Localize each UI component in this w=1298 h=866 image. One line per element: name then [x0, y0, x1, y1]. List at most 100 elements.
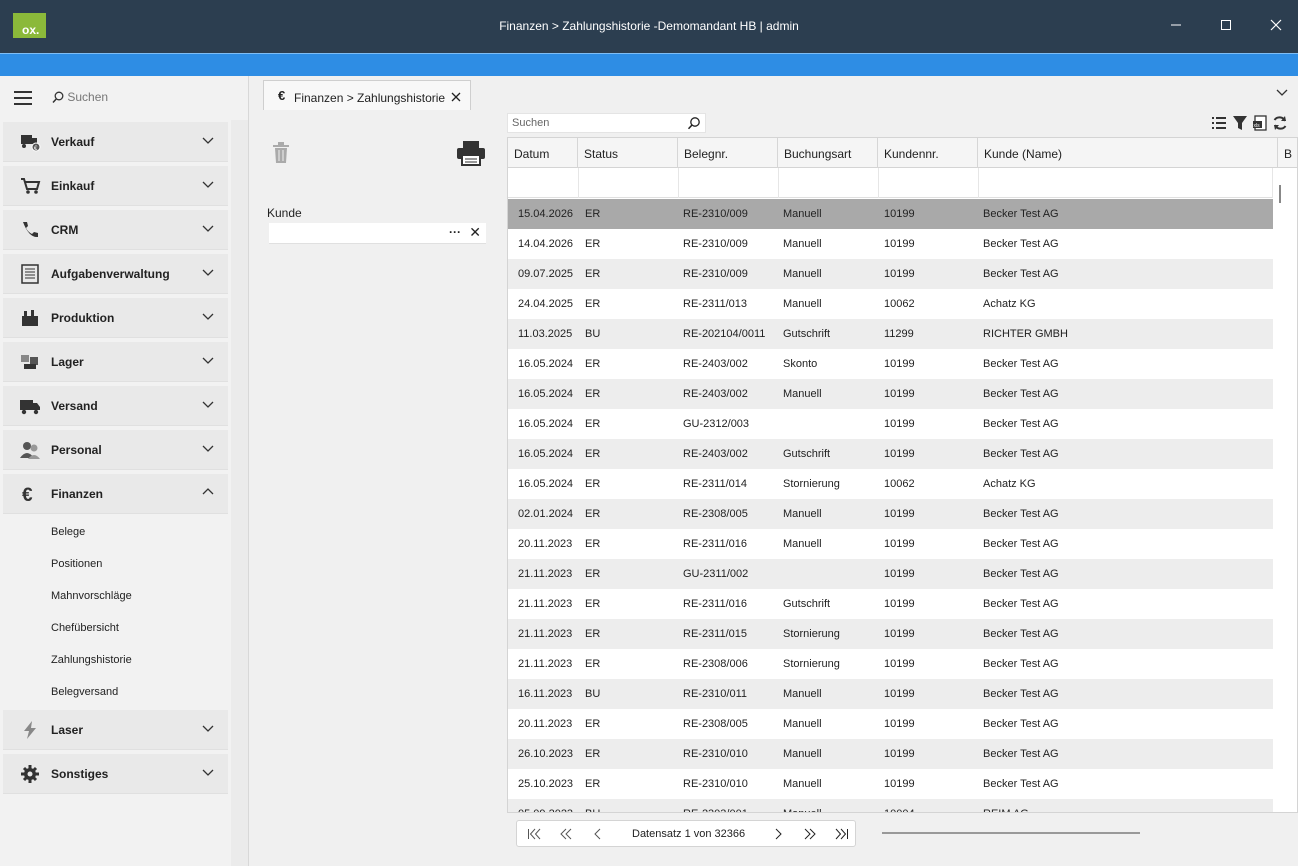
vertical-scrollbar[interactable]	[1273, 169, 1297, 812]
table-row[interactable]: 02.01.2024 ER RE-2308/005 Manuell 10199 Becke…	[508, 499, 1273, 529]
tab-zahlungshistorie[interactable]: € Finanzen > Zahlungshistorie	[263, 80, 471, 110]
column-header-belegnr[interactable]: Belegnr.	[678, 138, 778, 168]
filter-cell-status[interactable]	[579, 168, 679, 198]
close-window-button[interactable]	[1266, 14, 1286, 36]
table-row[interactable]: 14.04.2026 ER RE-2310/009 Manuell 10199 Becke…	[508, 229, 1273, 259]
table-row[interactable]: 16.05.2024 ER RE-2403/002 Manuell 10199 Becke…	[508, 379, 1273, 409]
table-row[interactable]: 05.09.2023 BU RE-2303/001 Manuell 10004 REIM …	[508, 799, 1273, 812]
cell-kundennr: 10199	[884, 688, 915, 700]
column-header-status[interactable]: Status	[578, 138, 678, 168]
cell-buchungsart: Manuell	[783, 268, 822, 280]
sidebar-scrollbar[interactable]	[231, 120, 248, 866]
cell-belegnr: RE-2308/005	[683, 718, 748, 730]
sidebar-subitem-mahnvorschlaege[interactable]: Mahnvorschläge	[51, 590, 132, 602]
sidebar-item-verkauf[interactable]: € Verkauf	[3, 122, 228, 162]
refresh-icon[interactable]	[1272, 115, 1288, 131]
filter-cell-buchungsart[interactable]	[779, 168, 879, 198]
table-row[interactable]: 26.10.2023 ER RE-2310/010 Manuell 10199 Becke…	[508, 739, 1273, 769]
minimize-button[interactable]	[1166, 14, 1186, 36]
next-page-button[interactable]	[803, 826, 817, 843]
column-chooser-icon[interactable]	[1211, 115, 1227, 131]
last-record-button[interactable]	[835, 826, 849, 843]
sidebar-item-produktion[interactable]: Produktion	[3, 298, 228, 338]
chevron-down-icon	[202, 225, 214, 232]
sidebar-item-label: Versand	[51, 399, 98, 413]
cell-buchungsart: Gutschrift	[783, 448, 831, 460]
cell-buchungsart: Manuell	[783, 808, 822, 812]
cell-belegnr: RE-2310/011	[683, 688, 748, 700]
table-row[interactable]: 21.11.2023 ER GU-2311/002 10199 Becker Test …	[508, 559, 1273, 589]
table-row[interactable]: 24.04.2025 ER RE-2311/013 Manuell 10062 Achat…	[508, 289, 1273, 319]
sidebar-item-aufgabenverwaltung[interactable]: Aufgabenverwaltung	[3, 254, 228, 294]
sidebar-item-personal[interactable]: Personal	[3, 430, 228, 470]
sidebar-item-label: Sonstiges	[51, 767, 109, 781]
cell-status: ER	[585, 778, 601, 790]
table-row[interactable]: 16.05.2024 ER RE-2311/014 Stornierung 10062 A…	[508, 469, 1273, 499]
sidebar-item-crm[interactable]: CRM	[3, 210, 228, 250]
hamburger-menu-icon[interactable]	[14, 91, 32, 105]
next-record-button[interactable]	[773, 826, 783, 843]
table-row[interactable]: 15.04.2026 ER RE-2310/009 Manuell 10199 Becke…	[508, 199, 1273, 229]
table-row[interactable]: 16.05.2024 ER RE-2403/002 Gutschrift 10199 Be…	[508, 439, 1273, 469]
filter-cell-kundennr[interactable]	[879, 168, 979, 198]
chevron-down-icon[interactable]	[1276, 86, 1288, 98]
cell-belegnr: RE-2310/009	[683, 208, 748, 220]
table-row[interactable]: 16.11.2023 BU RE-2310/011 Manuell 10199 Becke…	[508, 679, 1273, 709]
column-header-datum[interactable]: Datum	[508, 138, 578, 168]
kunde-field[interactable]: ··· ✕	[269, 223, 486, 244]
column-header-more[interactable]: B	[1278, 138, 1297, 168]
sidebar-subitem-belege[interactable]: Belege	[51, 526, 85, 538]
cell-kundennr: 10199	[884, 268, 915, 280]
horizontal-scrollbar[interactable]	[866, 824, 1298, 842]
filter-cell-datum[interactable]	[508, 168, 579, 198]
sidebar-search[interactable]: Suchen	[52, 90, 108, 104]
sidebar-item-finanzen[interactable]: € Finanzen	[3, 474, 228, 514]
printer-icon[interactable]	[456, 140, 486, 166]
maximize-button[interactable]	[1216, 14, 1236, 36]
sidebar-subitem-chefuebersicht[interactable]: Chefübersicht	[51, 622, 119, 634]
search-icon[interactable]	[687, 116, 701, 130]
sidebar-item-sonstiges[interactable]: Sonstiges	[3, 754, 228, 794]
cell-datum: 16.05.2024	[518, 358, 574, 370]
table-row[interactable]: 16.05.2024 ER GU-2312/003 10199 Becker Test …	[508, 409, 1273, 439]
scrollbar-thumb[interactable]	[1279, 185, 1281, 203]
sidebar-item-label: Finanzen	[51, 487, 104, 501]
sidebar-item-label: Personal	[51, 443, 102, 457]
table-row[interactable]: 16.05.2024 ER RE-2403/002 Skonto 10199 Becker…	[508, 349, 1273, 379]
column-header-kundennr[interactable]: Kundennr.	[878, 138, 978, 168]
table-row[interactable]: 21.11.2023 ER RE-2311/015 Stornierung 10199 B…	[508, 619, 1273, 649]
table-row[interactable]: 25.10.2023 ER RE-2310/010 Manuell 10199 Becke…	[508, 769, 1273, 799]
scrollbar-thumb[interactable]	[882, 832, 1140, 834]
table-row[interactable]: 21.11.2023 ER RE-2311/016 Gutschrift 10199 Be…	[508, 589, 1273, 619]
close-tab-icon[interactable]	[451, 92, 461, 102]
table-row[interactable]: 09.07.2025 ER RE-2310/009 Manuell 10199 Becke…	[508, 259, 1273, 289]
cell-belegnr: RE-2311/014	[683, 478, 748, 490]
filter-cell-kunde-name[interactable]	[979, 168, 1273, 198]
filter-icon[interactable]	[1232, 115, 1248, 131]
browse-dots-button[interactable]: ···	[449, 225, 461, 239]
cell-datum: 02.01.2024	[518, 508, 574, 520]
sidebar-item-versand[interactable]: Versand	[3, 386, 228, 426]
chevron-down-icon	[202, 445, 214, 452]
column-header-kunde-name[interactable]: Kunde (Name)	[978, 138, 1278, 168]
sidebar-subitem-positionen[interactable]: Positionen	[51, 558, 102, 570]
sidebar-item-lager[interactable]: Lager	[3, 342, 228, 382]
table-row[interactable]: 11.03.2025 BU RE-202104/0011 Gutschrift 1129…	[508, 319, 1273, 349]
column-header-buchungsart[interactable]: Buchungsart	[778, 138, 878, 168]
export-xls-icon[interactable]: xls	[1252, 115, 1268, 131]
sidebar-item-einkauf[interactable]: Einkauf	[3, 166, 228, 206]
sidebar-subitem-belegversand[interactable]: Belegversand	[51, 686, 118, 698]
grid-search-input[interactable]: Suchen	[507, 113, 706, 133]
trash-icon[interactable]	[272, 142, 290, 164]
sidebar-item-laser[interactable]: Laser	[3, 710, 228, 750]
clear-kunde-button[interactable]: ✕	[469, 224, 481, 241]
previous-page-button[interactable]	[559, 826, 573, 843]
table-row[interactable]: 20.11.2023 ER RE-2311/016 Manuell 10199 Becke…	[508, 529, 1273, 559]
cell-kunde-name: Becker Test AG	[983, 268, 1059, 280]
table-row[interactable]: 21.11.2023 ER RE-2308/006 Stornierung 10199 B…	[508, 649, 1273, 679]
filter-cell-belegnr[interactable]	[679, 168, 779, 198]
sidebar-subitem-zahlungshistorie[interactable]: Zahlungshistorie	[51, 654, 132, 666]
table-row[interactable]: 20.11.2023 ER RE-2308/005 Manuell 10199 Becke…	[508, 709, 1273, 739]
first-record-button[interactable]	[527, 826, 541, 843]
previous-record-button[interactable]	[593, 826, 603, 843]
